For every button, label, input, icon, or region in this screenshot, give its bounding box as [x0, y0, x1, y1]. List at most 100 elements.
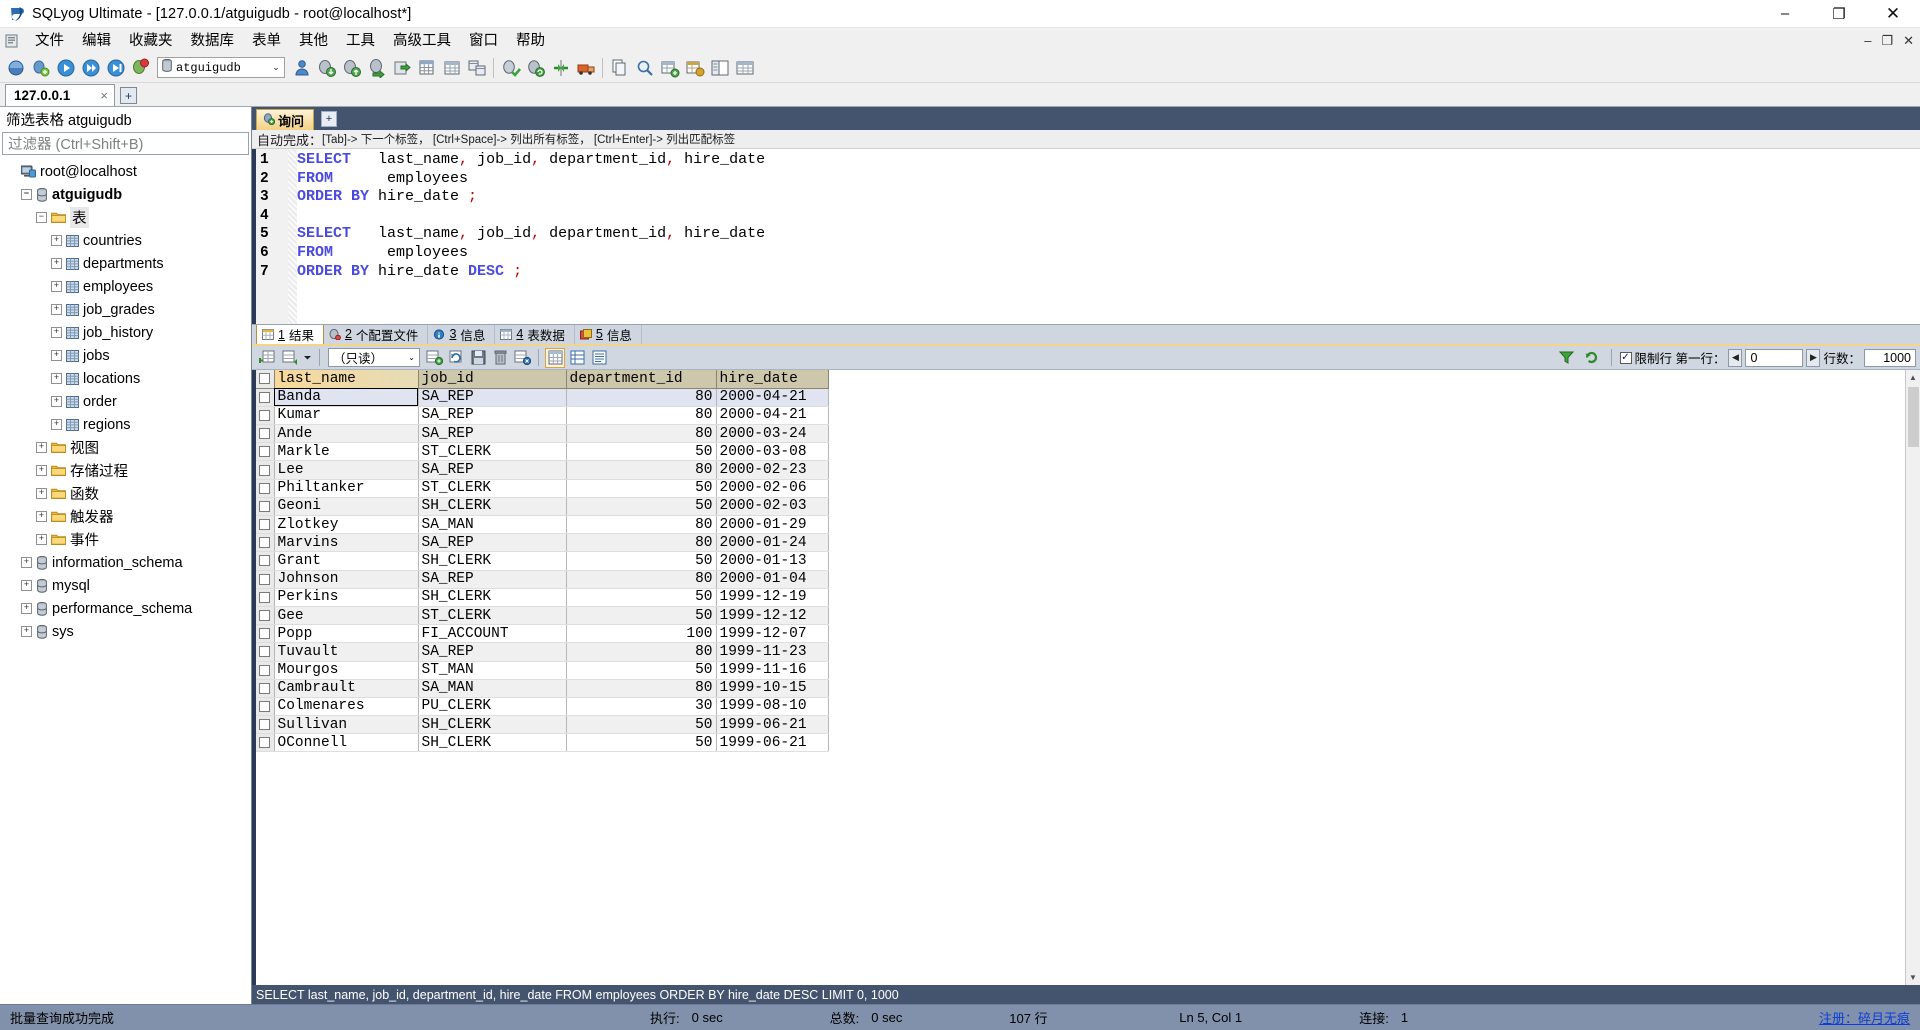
grid-cell[interactable]: 2000-04-21: [716, 388, 829, 407]
expand-icon[interactable]: +: [51, 281, 62, 292]
manage-indexes-icon[interactable]: [683, 56, 706, 79]
restore-icon[interactable]: [390, 56, 413, 79]
grid-cell[interactable]: SH_CLERK: [418, 497, 567, 517]
grid-cell[interactable]: SH_CLERK: [418, 551, 567, 571]
column-header-department_id[interactable]: department_id: [566, 370, 717, 389]
row-select-cell[interactable]: [256, 406, 275, 426]
grid-cell[interactable]: Zlotkey: [274, 515, 419, 535]
tree-node-[interactable]: − 表: [0, 206, 251, 229]
row-checkbox[interactable]: [259, 464, 271, 476]
result-tab-5[interactable]: 5 信息: [575, 324, 642, 344]
grid-cell[interactable]: ST_CLERK: [418, 479, 567, 498]
menu-favorites[interactable]: 收藏夹: [120, 29, 182, 53]
grid-cell[interactable]: SA_REP: [418, 642, 567, 662]
menu-advanced-tools[interactable]: 高级工具: [384, 29, 460, 53]
row-checkbox[interactable]: [259, 700, 271, 712]
grid-cell[interactable]: Grant: [274, 551, 419, 571]
grid-cell[interactable]: Johnson: [274, 570, 419, 589]
object-browser-icon[interactable]: [708, 56, 731, 79]
menu-help[interactable]: 帮助: [507, 29, 554, 53]
backup-icon[interactable]: [365, 56, 388, 79]
grid-cell[interactable]: 80: [566, 515, 717, 535]
tree-node-job_grades[interactable]: + job_grades: [0, 298, 251, 321]
create-table-icon[interactable]: [658, 56, 681, 79]
grid-cell[interactable]: 2000-03-08: [716, 442, 829, 462]
grid-cell[interactable]: Sullivan: [274, 715, 419, 735]
grid-cell[interactable]: 50: [566, 715, 717, 735]
menu-table[interactable]: 表单: [243, 29, 290, 53]
save-changes-icon[interactable]: [468, 348, 488, 368]
grid-cell[interactable]: 80: [566, 570, 717, 589]
validate-sql-icon[interactable]: [499, 56, 522, 79]
expand-icon[interactable]: +: [36, 488, 47, 499]
row-select-cell[interactable]: [256, 733, 275, 753]
grid-cell[interactable]: 1999-10-15: [716, 679, 829, 698]
new-record-icon[interactable]: [424, 348, 444, 368]
grid-cell[interactable]: SH_CLERK: [418, 733, 567, 753]
row-select-cell[interactable]: [256, 697, 275, 717]
grid-cell[interactable]: SA_REP: [418, 406, 567, 426]
row-checkbox[interactable]: [259, 391, 271, 403]
grid-cell[interactable]: 1999-08-10: [716, 697, 829, 717]
table-row[interactable]: Gee ST_CLERK 50 1999-12-12: [256, 606, 829, 626]
grid-cell[interactable]: Markle: [274, 442, 419, 462]
expand-icon[interactable]: +: [21, 626, 32, 637]
grid-cell[interactable]: 2000-02-23: [716, 460, 829, 480]
grid-cell[interactable]: Gee: [274, 606, 419, 626]
row-checkbox[interactable]: [259, 664, 271, 676]
select-all-checkbox[interactable]: [259, 373, 271, 385]
row-select-cell[interactable]: [256, 515, 275, 535]
grid-cell[interactable]: 1999-12-19: [716, 588, 829, 607]
row-checkbox[interactable]: [259, 737, 271, 749]
grid-cell[interactable]: 2000-02-03: [716, 497, 829, 517]
tree-node-sys[interactable]: + sys: [0, 620, 251, 643]
table-row[interactable]: Ande SA_REP 80 2000-03-24: [256, 424, 829, 444]
expand-icon[interactable]: +: [51, 350, 62, 361]
grid-cell[interactable]: Ande: [274, 424, 419, 444]
row-checkbox[interactable]: [259, 719, 271, 731]
expand-icon[interactable]: +: [51, 373, 62, 384]
tree-node-[interactable]: + 事件: [0, 528, 251, 551]
grid-cell[interactable]: 80: [566, 679, 717, 698]
insert-row-icon[interactable]: [279, 348, 299, 368]
table-row[interactable]: Banda SA_REP 80 2000-04-21: [256, 388, 829, 407]
grid-cell[interactable]: 2000-02-06: [716, 479, 829, 498]
grid-cell[interactable]: 2000-03-24: [716, 424, 829, 444]
grid-cell[interactable]: OConnell: [274, 733, 419, 753]
grid-cell[interactable]: Mourgos: [274, 661, 419, 680]
sql-line[interactable]: SELECT last_name, job_id, department_id,…: [297, 225, 1920, 244]
table-row[interactable]: Kumar SA_REP 80 2000-04-21: [256, 406, 829, 426]
mdi-minimize-button[interactable]: –: [1864, 33, 1871, 48]
column-header-hire_date[interactable]: hire_date: [716, 370, 829, 389]
grid-cell[interactable]: 2000-01-04: [716, 570, 829, 589]
row-checkbox[interactable]: [259, 537, 271, 549]
sql-code[interactable]: SELECT last_name, job_id, department_id,…: [297, 149, 1920, 324]
sql-line[interactable]: [297, 207, 1920, 226]
grid-cell[interactable]: Philtanker: [274, 479, 419, 498]
grid-cell[interactable]: 80: [566, 533, 717, 553]
row-select-cell[interactable]: [256, 588, 275, 607]
tree-node-regions[interactable]: + regions: [0, 413, 251, 436]
expand-icon[interactable]: +: [51, 304, 62, 315]
row-select-cell[interactable]: [256, 606, 275, 626]
row-select-cell[interactable]: [256, 551, 275, 571]
row-select-cell[interactable]: [256, 424, 275, 444]
grid-cell[interactable]: 80: [566, 424, 717, 444]
filter-input[interactable]: 过滤器 (Ctrl+Shift+B): [2, 132, 249, 155]
table-row[interactable]: Marvins SA_REP 80 2000-01-24: [256, 533, 829, 553]
registration-link[interactable]: 注册：碎月无痕: [1809, 1008, 1920, 1027]
execute-current-icon[interactable]: [104, 56, 127, 79]
new-connection-tab-button[interactable]: +: [120, 87, 137, 104]
tree-node-[interactable]: + 函数: [0, 482, 251, 505]
grid-cell[interactable]: SA_REP: [418, 424, 567, 444]
table-row[interactable]: Philtanker ST_CLERK 50 2000-02-06: [256, 479, 829, 498]
grid-cell[interactable]: SA_REP: [418, 533, 567, 553]
tree-node-locations[interactable]: + locations: [0, 367, 251, 390]
tree-node-mysql[interactable]: + mysql: [0, 574, 251, 597]
grid-cell[interactable]: SA_REP: [418, 388, 567, 407]
mdi-restore-button[interactable]: ❐: [1881, 33, 1893, 49]
refresh-icon[interactable]: [1582, 348, 1602, 368]
grid-cell[interactable]: 50: [566, 733, 717, 753]
grid-cell[interactable]: ST_CLERK: [418, 606, 567, 626]
table-row[interactable]: Mourgos ST_MAN 50 1999-11-16: [256, 661, 829, 680]
